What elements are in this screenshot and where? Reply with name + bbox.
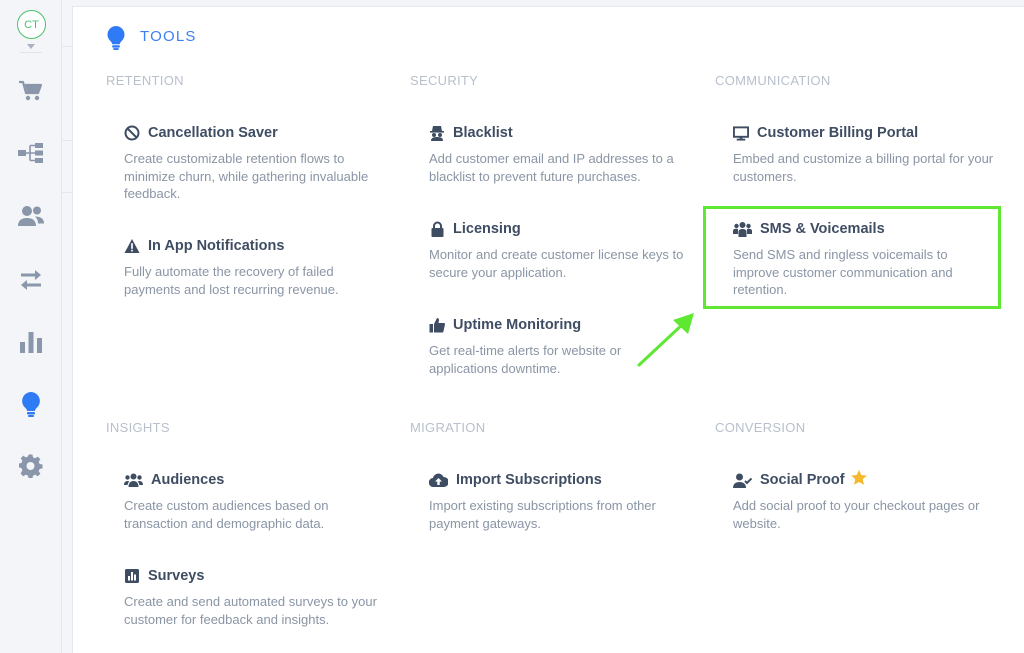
section-label-migration: MIGRATION — [410, 420, 486, 435]
section-label-communication: COMMUNICATION — [715, 73, 831, 88]
sidebar-item-cart[interactable] — [18, 78, 44, 104]
ban-icon — [124, 125, 140, 141]
warning-icon — [124, 238, 140, 254]
tool-blacklist[interactable]: Blacklist Add customer email and IP addr… — [429, 123, 691, 185]
sidebar-item-tools[interactable] — [18, 391, 44, 417]
tool-description: Add social proof to your checkout pages … — [733, 498, 980, 531]
tool-in-app-notifications[interactable]: In App Notifications Fully automate the … — [124, 236, 374, 298]
flow-icon — [18, 143, 43, 163]
tool-description: Get real-time alerts for website or appl… — [429, 343, 622, 376]
tool-name: Audiences — [151, 472, 225, 488]
sidebar-item-customers[interactable] — [18, 203, 44, 229]
cart-icon — [19, 80, 43, 101]
divider — [62, 140, 72, 141]
bar-chart-icon — [20, 332, 42, 353]
divider — [20, 52, 42, 53]
divider — [62, 192, 72, 193]
page-title-icon — [106, 25, 126, 55]
tool-surveys[interactable]: Surveys Create and send automated survey… — [124, 566, 386, 628]
tool-name: Cancellation Saver — [148, 125, 278, 141]
tool-customer-billing-portal[interactable]: Customer Billing Portal Embed and custom… — [733, 123, 995, 185]
users-icon — [124, 472, 143, 488]
arrow-annotation — [636, 310, 696, 373]
cloud-upload-icon — [429, 472, 448, 488]
tool-description: Import existing subscriptions from other… — [429, 498, 656, 531]
tool-name: Customer Billing Portal — [757, 125, 919, 141]
section-label-insights: INSIGHTS — [106, 420, 170, 435]
tool-description: Fully automate the recovery of failed pa… — [124, 264, 339, 297]
tool-licensing[interactable]: Licensing Monitor and create customer li… — [429, 219, 691, 281]
monitor-icon — [733, 125, 749, 141]
tool-name: Social Proof — [760, 472, 845, 488]
tool-uptime-monitoring[interactable]: Uptime Monitoring Get real-time alerts f… — [429, 315, 664, 377]
page-title: TOOLS — [140, 28, 197, 45]
user-check-icon — [733, 472, 752, 488]
secondary-strip — [62, 0, 72, 653]
star-icon — [850, 470, 867, 490]
lightbulb-icon — [22, 392, 40, 417]
tool-description: Create customizable retention flows to m… — [124, 151, 369, 201]
sidebar: CT — [0, 0, 62, 653]
incognito-icon — [429, 125, 445, 141]
divider — [62, 46, 72, 47]
sidebar-item-transactions[interactable] — [18, 267, 44, 293]
tool-name: Surveys — [148, 568, 205, 584]
avatar[interactable]: CT — [17, 10, 46, 39]
tool-name: Blacklist — [453, 125, 513, 141]
thumbs-up-icon — [429, 317, 445, 333]
tool-description: Add customer email and IP addresses to a… — [429, 151, 674, 184]
tool-cancellation-saver[interactable]: Cancellation Saver Create customizable r… — [124, 123, 374, 203]
exchange-icon — [21, 270, 41, 290]
sidebar-item-reports[interactable] — [18, 329, 44, 355]
tool-description: Create custom audiences based on transac… — [124, 498, 329, 531]
lock-icon — [429, 221, 445, 237]
tool-description: Create and send automated surveys to you… — [124, 594, 377, 627]
tool-description: Embed and customize a billing portal for… — [733, 151, 994, 184]
tool-name: In App Notifications — [148, 238, 285, 254]
section-label-retention: RETENTION — [106, 73, 184, 88]
highlight-box — [703, 206, 1001, 309]
tool-name: Import Subscriptions — [456, 472, 602, 488]
users-icon — [18, 206, 44, 226]
tool-import-subscriptions[interactable]: Import Subscriptions Import existing sub… — [429, 470, 691, 532]
section-label-security: SECURITY — [410, 73, 479, 88]
chevron-down-icon[interactable] — [27, 44, 35, 49]
lightbulb-icon — [107, 25, 125, 50]
tool-social-proof[interactable]: Social Proof Add social proof to your ch… — [733, 470, 995, 532]
tool-name: Licensing — [453, 221, 521, 237]
sidebar-item-settings[interactable] — [18, 453, 44, 479]
tool-name: Uptime Monitoring — [453, 317, 582, 333]
avatar-initials: CT — [24, 18, 39, 31]
sidebar-item-flows[interactable] — [18, 140, 44, 166]
tool-description: Monitor and create customer license keys… — [429, 247, 684, 280]
poll-icon — [124, 568, 140, 584]
tool-audiences[interactable]: Audiences Create custom audiences based … — [124, 470, 374, 532]
section-label-conversion: CONVERSION — [715, 420, 806, 435]
gear-icon — [19, 454, 43, 478]
